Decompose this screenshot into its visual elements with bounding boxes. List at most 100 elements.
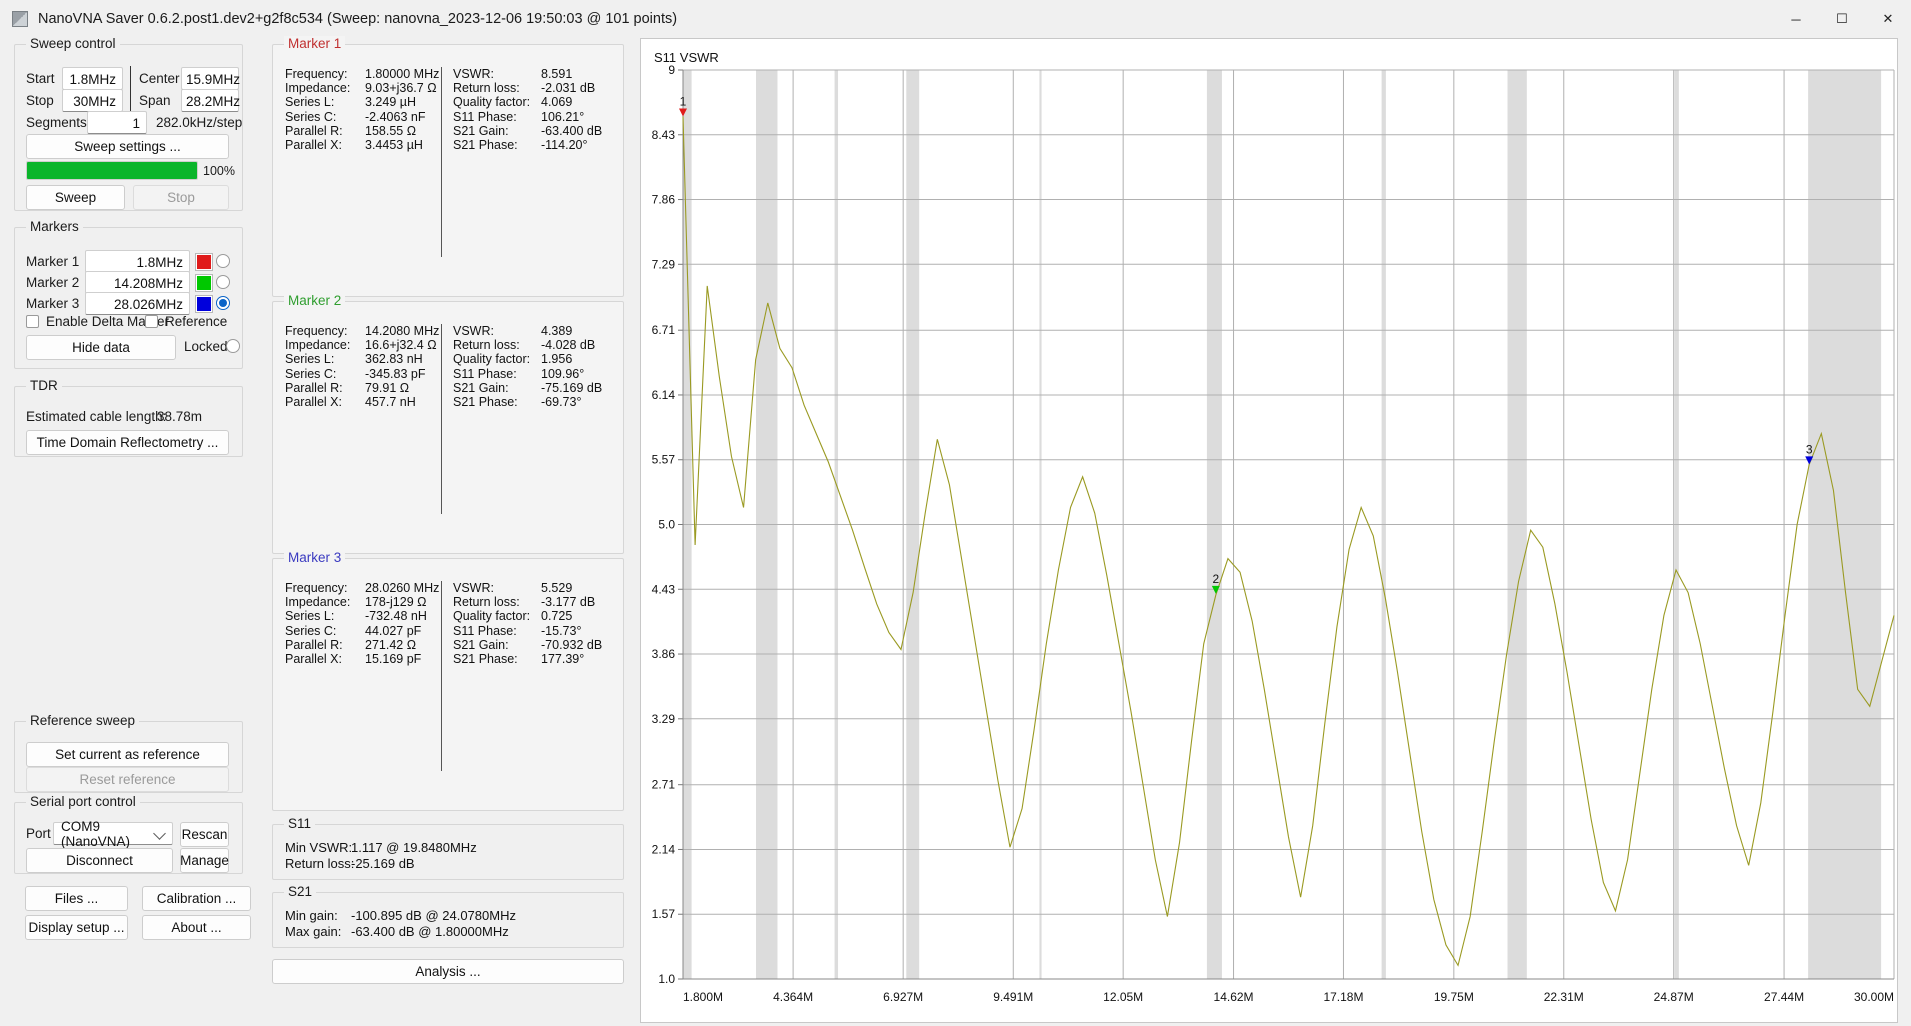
marker-3-vswr-row: VSWR: 5.529	[453, 581, 602, 595]
marker-2-return-loss-value: -4.028 dB	[541, 338, 596, 353]
marker-1-q-key: Quality factor:	[453, 95, 531, 110]
sweep-settings-button[interactable]: Sweep settings ...	[26, 134, 229, 159]
marker-2-frequency-input[interactable]: 14.208MHz	[85, 271, 190, 294]
marker-3-color-swatch[interactable]	[196, 296, 212, 312]
marker-3-q-key: Quality factor:	[453, 609, 531, 624]
marker-3-q-row: Quality factor: 0.725	[453, 609, 602, 623]
stop-frequency-input[interactable]: 30MHz	[62, 89, 123, 112]
marker-3-right-table: VSWR: 5.529 Return loss: -3.177 dB Quality…	[453, 581, 602, 666]
marker-2-series-l-value: 362.83 nH	[365, 352, 423, 367]
serial-port-title: Serial port control	[26, 794, 140, 809]
marker-detail-column: Marker 1 Frequency: 1.80000 MHz Impedance…	[272, 36, 632, 1023]
marker-1-select-radio[interactable]	[216, 254, 230, 268]
reference-checkbox[interactable]: Reference	[145, 314, 227, 329]
s21-min-gain-value: -100.895 dB @ 24.0780MHz	[351, 907, 516, 923]
reference-label: Reference	[165, 314, 228, 329]
marker-2-return-loss-row: Return loss: -4.028 dB	[453, 338, 602, 352]
marker-2-select-radio[interactable]	[216, 275, 230, 289]
hide-data-button[interactable]: Hide data	[26, 335, 176, 360]
tdr-title: TDR	[26, 378, 62, 393]
y-axis-tick-label: 8.43	[652, 128, 676, 142]
marker-2-color-swatch[interactable]	[196, 275, 212, 291]
marker-1-series-l-value: 3.249 µH	[365, 95, 416, 110]
marker-3-return-loss-key: Return loss:	[453, 595, 520, 610]
marker-1-series-l-row: Series L: 3.249 µH	[285, 95, 439, 109]
span-frequency-input[interactable]: 28.2MHz	[181, 89, 240, 112]
marker-2-parallel-x-row: Parallel X: 457.7 nH	[285, 395, 439, 409]
marker-1-vswr-key: VSWR:	[453, 67, 494, 82]
segments-label: Segments	[26, 115, 87, 130]
marker-2-impedance-key: Impedance:	[285, 338, 351, 353]
marker-1-color-swatch[interactable]	[196, 254, 212, 270]
marker-3-s21-phase-value: 177.39°	[541, 652, 585, 667]
start-frequency-input[interactable]: 1.8MHz	[62, 67, 123, 90]
marker-3-select-radio[interactable]	[216, 296, 230, 310]
y-axis-tick-label: 6.14	[652, 388, 676, 402]
marker-3-series-l-value: -732.48 nH	[365, 609, 427, 624]
marker-1-s21-gain-row: S21 Gain: -63.400 dB	[453, 124, 602, 138]
display-setup-button[interactable]: Display setup ...	[25, 915, 128, 940]
reference-sweep-group: Reference sweep Set current as reference…	[14, 713, 243, 793]
reset-reference-button[interactable]: Reset reference	[26, 767, 229, 792]
marker-1-return-loss-value: -2.031 dB	[541, 81, 596, 96]
marker-2-series-c-row: Series C: -345.83 pF	[285, 367, 439, 381]
s21-summary-group: S21 Min gain: -100.895 dB @ 24.0780MHz Ma…	[272, 884, 624, 948]
marker-1-left-table: Frequency: 1.80000 MHz Impedance: 9.03+j36…	[285, 67, 439, 152]
y-axis-tick-label: 6.71	[652, 323, 676, 337]
marker-3-parallel-x-row: Parallel X: 15.169 pF	[285, 652, 439, 666]
files-button[interactable]: Files ...	[25, 886, 128, 911]
center-frequency-input[interactable]: 15.9MHz	[181, 67, 240, 90]
marker-1-column-divider	[441, 67, 442, 257]
markers-group: Markers Marker 1 1.8MHz Marker 2 14.208M…	[14, 219, 243, 369]
serial-port-select[interactable]: COM9 (NanoVNA)	[53, 819, 173, 849]
marker-1-return-loss-key: Return loss:	[453, 81, 520, 96]
marker-3-frequency-input[interactable]: 28.026MHz	[85, 292, 190, 315]
s11-vswr-chart-svg[interactable]: 9 8.43 7.86 7.29 6.71 6.14 5.57 5.0 4.43 3.86 3.29…	[641, 39, 1899, 1024]
window-title: NanoVNA Saver 0.6.2.post1.dev2+g2f8c534 …	[38, 11, 678, 27]
close-button[interactable]: ✕	[1865, 0, 1911, 38]
locked-toggle-radio[interactable]	[226, 339, 240, 353]
marker-3-parallel-x-key: Parallel X:	[285, 652, 342, 667]
cable-length-label: Estimated cable length:	[26, 409, 167, 424]
x-axis-tick-label: 12.05M	[1103, 990, 1143, 1004]
calibration-button[interactable]: Calibration ...	[142, 886, 251, 911]
markers-title: Markers	[26, 219, 83, 234]
rescan-button[interactable]: Rescan	[180, 822, 229, 847]
marker-3-q-value: 0.725	[541, 609, 573, 624]
y-axis-tick-label: 9	[668, 63, 675, 77]
marker-3-frequency-key: Frequency:	[285, 581, 348, 596]
maximize-button[interactable]: ☐	[1819, 0, 1865, 38]
x-axis-tick-label: 24.87M	[1654, 990, 1694, 1004]
s11-vswr-chart-panel[interactable]: S11 VSWR 9 8.43 7.86 7.29 6.71 6.14 5.57 5.0 4.4…	[640, 38, 1898, 1023]
s21-max-gain-key: Max gain:	[285, 923, 342, 939]
minimize-button[interactable]: ─	[1773, 0, 1819, 38]
marker-1-parallel-r-value: 158.55 Ω	[365, 123, 417, 138]
stop-sweep-button[interactable]: Stop	[133, 185, 229, 210]
x-axis-tick-label: 17.18M	[1323, 990, 1363, 1004]
marker-1-frequency-value: 1.80000 MHz	[365, 67, 440, 82]
serial-port-group: Serial port control Port COM9 (NanoVNA) …	[14, 794, 243, 874]
marker-3-s21-phase-row: S21 Phase: 177.39°	[453, 652, 602, 666]
marker-1-impedance-value: 9.03+j36.7 Ω	[365, 81, 437, 96]
manage-button[interactable]: Manage	[180, 848, 229, 873]
marker-2-parallel-x-key: Parallel X:	[285, 395, 342, 410]
y-axis-tick-label: 2.14	[652, 842, 676, 856]
marker-1-series-c-value: -2.4063 nF	[365, 109, 426, 124]
disconnect-button[interactable]: Disconnect	[26, 848, 173, 873]
marker-2-parallel-r-row: Parallel R: 79.91 Ω	[285, 381, 439, 395]
center-label: Center	[139, 71, 180, 86]
marker-2-series-l-key: Series L:	[285, 352, 335, 367]
marker-3-s21-gain-key: S21 Gain:	[453, 637, 509, 652]
s11-min-vswr-key: Min VSWR:	[285, 839, 353, 855]
about-button[interactable]: About ...	[142, 915, 251, 940]
segments-input[interactable]: 1	[87, 111, 147, 134]
analysis-button[interactable]: Analysis ...	[272, 959, 624, 984]
tdr-button[interactable]: Time Domain Reflectometry ...	[26, 430, 229, 455]
span-label: Span	[139, 93, 171, 108]
marker-2-s11-phase-value: 109.96°	[541, 366, 585, 381]
marker-3-series-c-row: Series C: 44.027 pF	[285, 624, 439, 638]
s21-min-gain-row: Min gain: -100.895 dB @ 24.0780MHz	[285, 907, 516, 923]
sweep-button[interactable]: Sweep	[26, 185, 125, 210]
marker-1-frequency-input[interactable]: 1.8MHz	[85, 250, 190, 273]
set-reference-button[interactable]: Set current as reference	[26, 742, 229, 767]
